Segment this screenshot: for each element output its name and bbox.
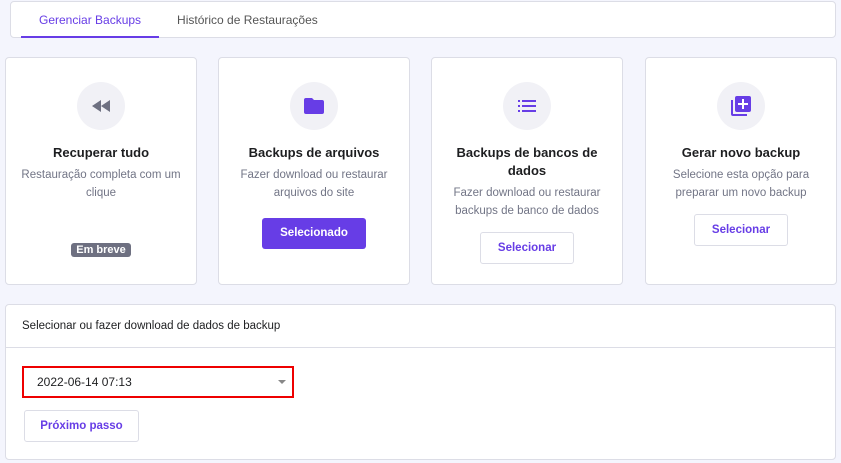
- list-icon: [503, 82, 551, 130]
- card-title: Gerar novo backup: [681, 145, 801, 160]
- coming-soon-badge: Em breve: [71, 243, 131, 257]
- next-step-button[interactable]: Próximo passo: [24, 410, 139, 442]
- card-title: Backups de arquivos: [248, 145, 380, 160]
- add-library-icon: [717, 82, 765, 130]
- card-description: Fazer download ou restaurar backups de b…: [453, 187, 601, 217]
- card-restore-all: Recuperar tudo Restauração completa com …: [5, 57, 197, 285]
- card-database-backups: Backups de bancos de dados Fazer downloa…: [431, 57, 623, 285]
- card-title: Backups de bancos de dados: [456, 145, 598, 178]
- tab-restore-history[interactable]: Histórico de Restaurações: [159, 2, 336, 38]
- folder-icon: [290, 82, 338, 130]
- backup-date-select[interactable]: 2022-06-14 07:13: [22, 366, 294, 398]
- card-file-backups: Backups de arquivos Fazer download ou re…: [218, 57, 410, 285]
- card-description: Restauração completa com um clique: [21, 169, 181, 199]
- card-description: Selecione esta opção para preparar um no…: [672, 169, 810, 199]
- select-new-backup-button[interactable]: Selecionar: [694, 214, 788, 246]
- card-title: Recuperar tudo: [52, 145, 150, 160]
- tab-manage-backups[interactable]: Gerenciar Backups: [21, 2, 160, 38]
- rewind-icon: [77, 82, 125, 130]
- selected-button[interactable]: Selecionado: [262, 218, 366, 249]
- backup-data-panel: Selecionar ou fazer download de dados de…: [5, 304, 836, 460]
- select-database-button[interactable]: Selecionar: [480, 232, 574, 264]
- selected-date: 2022-06-14 07:13: [37, 375, 132, 389]
- chevron-down-icon: [278, 380, 286, 384]
- panel-title: Selecionar ou fazer download de dados de…: [6, 305, 835, 348]
- card-description: Fazer download ou restaurar arquivos do …: [240, 169, 388, 199]
- card-new-backup: Gerar novo backup Selecione esta opção p…: [645, 57, 837, 285]
- tab-bar: Gerenciar Backups Histórico de Restauraç…: [10, 1, 836, 38]
